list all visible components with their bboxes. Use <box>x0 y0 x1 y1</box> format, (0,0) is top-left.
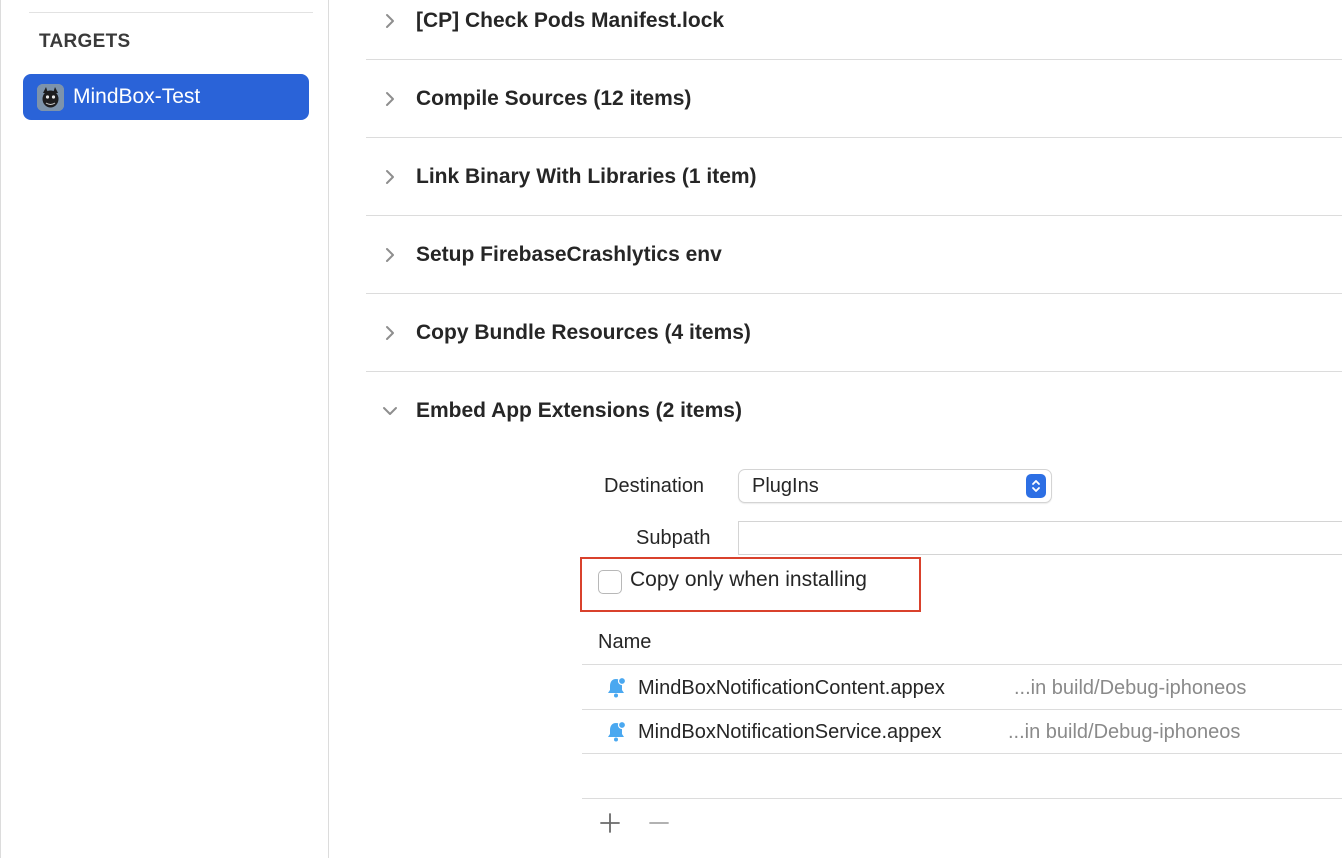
notification-bell-icon <box>604 720 628 744</box>
chevron-down-icon[interactable] <box>380 372 400 450</box>
targets-section-header: TARGETS <box>39 31 131 52</box>
phase-title: [CP] Check Pods Manifest.lock <box>416 9 725 32</box>
chevron-right-icon[interactable] <box>380 138 400 216</box>
sidebar: TARGETS MindBox-Test <box>0 0 329 858</box>
table-row[interactable]: MindBoxNotificationService.appex ...in b… <box>582 710 1342 754</box>
copy-only-checkbox[interactable] <box>598 570 622 594</box>
destination-value: PlugIns <box>752 474 819 497</box>
file-name: MindBoxNotificationService.appex <box>638 720 942 743</box>
phase-title: Link Binary With Libraries (1 item) <box>416 165 757 188</box>
subpath-label: Subpath <box>636 527 711 549</box>
minus-icon <box>649 822 669 824</box>
phase-copy-bundle-resources[interactable]: Copy Bundle Resources (4 items) <box>366 294 1342 372</box>
xcode-build-phases-window: TARGETS MindBox-Test [CP] Check Pods Man… <box>0 0 1342 858</box>
chevron-right-icon[interactable] <box>380 294 400 372</box>
chevron-up-down-icon[interactable] <box>1026 474 1046 498</box>
sidebar-divider <box>29 12 313 13</box>
sidebar-item-mindbox-test[interactable]: MindBox-Test <box>23 74 309 120</box>
subpath-input[interactable] <box>738 521 1342 555</box>
chevron-right-icon[interactable] <box>380 216 400 294</box>
remove-item-button[interactable] <box>646 810 672 836</box>
plus-icon <box>600 813 620 833</box>
phase-setup-firebase[interactable]: Setup FirebaseCrashlytics env <box>366 216 1342 294</box>
add-item-button[interactable] <box>597 810 623 836</box>
table-bottom-divider <box>582 798 1342 799</box>
file-location: ...in build/Debug-iphoneos <box>1014 676 1247 699</box>
notification-bell-icon <box>604 676 628 700</box>
app-icon <box>37 83 64 111</box>
phase-title: Setup FirebaseCrashlytics env <box>416 243 722 266</box>
file-name: MindBoxNotificationContent.appex <box>638 676 945 699</box>
phase-link-binary[interactable]: Link Binary With Libraries (1 item) <box>366 138 1342 216</box>
chevron-right-icon[interactable] <box>380 0 400 60</box>
sidebar-item-label: MindBox-Test <box>73 85 201 108</box>
column-header-name[interactable]: Name <box>598 619 651 665</box>
phase-check-pods[interactable]: [CP] Check Pods Manifest.lock <box>366 0 1342 60</box>
table-row[interactable]: MindBoxNotificationContent.appex ...in b… <box>582 666 1342 710</box>
phase-title: Copy Bundle Resources (4 items) <box>416 321 751 344</box>
chevron-right-icon[interactable] <box>380 60 400 138</box>
file-location: ...in build/Debug-iphoneos <box>1008 720 1241 743</box>
copy-only-label[interactable]: Copy only when installing <box>630 568 867 592</box>
table-header: Name <box>582 619 1342 665</box>
destination-label: Destination <box>604 475 705 497</box>
phase-embed-app-extensions[interactable]: Embed App Extensions (2 items) <box>366 372 1342 450</box>
phase-title: Compile Sources (12 items) <box>416 87 692 110</box>
destination-select[interactable]: PlugIns <box>738 469 1052 503</box>
phase-title: Embed App Extensions (2 items) <box>416 399 742 422</box>
phase-compile-sources[interactable]: Compile Sources (12 items) <box>366 60 1342 138</box>
